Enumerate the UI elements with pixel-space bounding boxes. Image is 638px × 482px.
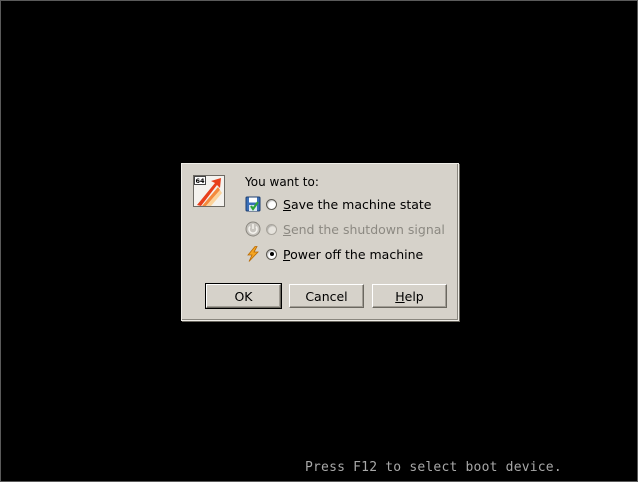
acpi-shutdown-icon	[245, 221, 261, 237]
help-button[interactable]: Help	[372, 284, 447, 308]
ok-button[interactable]: OK	[205, 283, 282, 309]
power-off-label[interactable]: Power off the machine	[283, 247, 423, 262]
save-state-icon	[245, 196, 261, 212]
cancel-button[interactable]: Cancel	[289, 284, 364, 308]
virtualbox-64-icon: 64	[193, 175, 225, 207]
shutdown-signal-label: Send the shutdown signal	[283, 221, 445, 237]
save-state-radio[interactable]	[266, 198, 277, 210]
save-state-label[interactable]: Save the machine state	[283, 197, 432, 212]
option-power-off[interactable]: Power off the machine	[245, 244, 423, 264]
shutdown-signal-radio	[266, 223, 277, 235]
option-shutdown-signal: Send the shutdown signal	[245, 219, 445, 239]
power-off-icon	[245, 246, 261, 262]
close-vm-dialog: 64 You want to: Save the machine state S…	[181, 163, 459, 321]
boot-message: Press F12 to select boot device.	[305, 460, 562, 475]
option-save-state[interactable]: Save the machine state	[245, 194, 432, 214]
vm-screen: 64 You want to: Save the machine state S…	[0, 0, 638, 482]
svg-text:64: 64	[195, 177, 205, 185]
power-off-radio[interactable]	[266, 248, 277, 260]
dialog-prompt: You want to:	[245, 175, 319, 189]
